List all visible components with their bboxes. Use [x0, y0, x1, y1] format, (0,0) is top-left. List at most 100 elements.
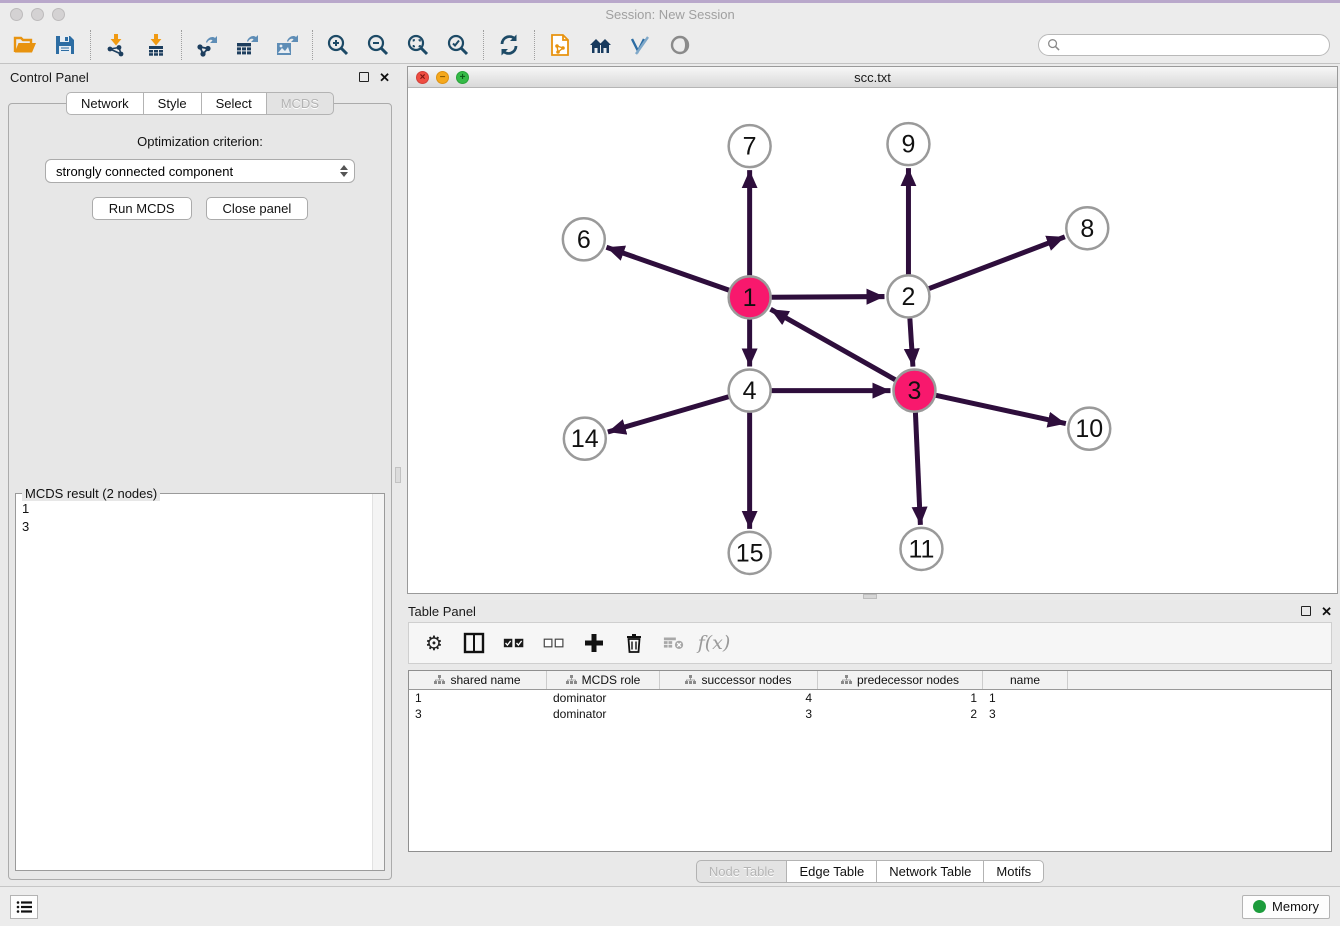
- cell-name[interactable]: 1: [983, 690, 1068, 706]
- save-session-button[interactable]: [52, 32, 78, 58]
- tab-style[interactable]: Style: [143, 92, 201, 115]
- float-table-panel-icon[interactable]: [1301, 606, 1311, 616]
- function-builder-button[interactable]: f(x): [703, 632, 725, 654]
- column-label: MCDS role: [582, 673, 641, 687]
- horizontal-splitter[interactable]: [400, 594, 1340, 600]
- graph-edge-4-14[interactable]: [608, 397, 729, 432]
- tab-network[interactable]: Network: [66, 92, 143, 115]
- network-graph[interactable]: 7968124314101511: [408, 88, 1337, 593]
- cell-successor-nodes[interactable]: 4: [660, 690, 818, 706]
- graph-edge-2-8[interactable]: [929, 237, 1065, 289]
- column-label: name: [1010, 673, 1040, 687]
- open-session-button[interactable]: [12, 32, 38, 58]
- table-header: shared name MCDS role: [409, 671, 1331, 690]
- task-list-icon: [16, 900, 32, 914]
- delete-column-button[interactable]: [623, 632, 645, 654]
- create-column-button[interactable]: [583, 632, 605, 654]
- search-input[interactable]: [1060, 38, 1321, 52]
- zoom-selected-icon: [446, 33, 470, 57]
- export-table-button[interactable]: [234, 32, 260, 58]
- column-header-name[interactable]: name: [983, 671, 1068, 689]
- node-table: shared name MCDS role: [408, 670, 1332, 852]
- table-toolbar: ⚙: [408, 622, 1332, 664]
- panel-splitter-handle[interactable]: [395, 467, 401, 483]
- run-mcds-button[interactable]: Run MCDS: [92, 197, 192, 220]
- optimization-criterion-label: Optimization criterion:: [9, 134, 391, 149]
- hide-eye-icon: [628, 33, 652, 57]
- refresh-icon: [497, 33, 521, 57]
- column-header-predecessor-nodes[interactable]: predecessor nodes: [818, 671, 983, 689]
- sort-tree-icon: [841, 675, 852, 685]
- cell-shared-name[interactable]: 3: [409, 706, 547, 722]
- zoom-selected-button[interactable]: [445, 32, 471, 58]
- splitter-handle[interactable]: [863, 594, 877, 599]
- cell-mcds-role[interactable]: dominator: [547, 690, 660, 706]
- table-panel: Table Panel ✕ ⚙: [400, 600, 1340, 886]
- table-row[interactable]: 1 dominator 4 1 1: [409, 690, 1331, 706]
- result-scrollbar[interactable]: [372, 494, 384, 870]
- close-table-panel-icon[interactable]: ✕: [1321, 605, 1332, 618]
- export-image-button[interactable]: [274, 32, 300, 58]
- zoom-out-button[interactable]: [365, 32, 391, 58]
- select-all-columns-button[interactable]: [503, 632, 525, 654]
- criterion-select[interactable]: strongly connected component: [45, 159, 355, 183]
- tab-motifs[interactable]: Motifs: [983, 860, 1044, 883]
- graph-node-label-3: 3: [908, 377, 922, 405]
- graph-edge-1-6[interactable]: [606, 247, 728, 290]
- cell-predecessor-nodes[interactable]: 2: [818, 706, 983, 722]
- close-panel-button[interactable]: Close panel: [206, 197, 309, 220]
- tab-mcds[interactable]: MCDS: [266, 92, 334, 115]
- graph-node-label-4: 4: [743, 377, 757, 405]
- control-panel-tabs: Network Style Select MCDS: [0, 92, 400, 115]
- open-folder-icon: [13, 33, 37, 57]
- memory-status-icon: [1253, 900, 1266, 913]
- column-header-successor-nodes[interactable]: successor nodes: [660, 671, 818, 689]
- cell-successor-nodes[interactable]: 3: [660, 706, 818, 722]
- network-window-titlebar[interactable]: × − + scc.txt: [408, 67, 1337, 88]
- graph-node-label-9: 9: [902, 131, 916, 159]
- tab-node-table[interactable]: Node Table: [696, 860, 787, 883]
- graph-edge-3-11[interactable]: [915, 413, 920, 525]
- import-network-button[interactable]: [103, 32, 129, 58]
- zoom-in-button[interactable]: [325, 32, 351, 58]
- column-header-shared-name[interactable]: shared name: [409, 671, 547, 689]
- tab-network-table[interactable]: Network Table: [876, 860, 983, 883]
- refresh-button[interactable]: [496, 32, 522, 58]
- cell-shared-name[interactable]: 1: [409, 690, 547, 706]
- search-box[interactable]: [1038, 34, 1330, 56]
- delete-table-button[interactable]: [663, 632, 685, 654]
- hide-selected-button[interactable]: [627, 32, 653, 58]
- cell-name[interactable]: 3: [983, 706, 1068, 722]
- memory-button[interactable]: Memory: [1242, 895, 1330, 919]
- cell-predecessor-nodes[interactable]: 1: [818, 690, 983, 706]
- graph-edge-3-10[interactable]: [936, 395, 1066, 423]
- graph-node-label-10: 10: [1075, 415, 1103, 443]
- export-network-button[interactable]: [194, 32, 220, 58]
- column-header-mcds-role[interactable]: MCDS role: [547, 671, 660, 689]
- sort-tree-icon: [434, 675, 445, 685]
- deselect-all-columns-button[interactable]: [543, 632, 565, 654]
- table-settings-button[interactable]: ⚙: [423, 632, 445, 654]
- zoom-fit-button[interactable]: [405, 32, 431, 58]
- main-titlebar: Session: New Session: [0, 0, 1340, 26]
- graph-edge-2-3[interactable]: [910, 318, 913, 366]
- mcds-result-text[interactable]: 1 3: [16, 494, 372, 870]
- new-network-from-selection-button[interactable]: [547, 32, 573, 58]
- show-columns-button[interactable]: [463, 632, 485, 654]
- network-canvas[interactable]: 7968124314101511: [408, 88, 1337, 593]
- import-table-icon: [144, 33, 168, 57]
- tab-edge-table[interactable]: Edge Table: [786, 860, 876, 883]
- import-table-button[interactable]: [143, 32, 169, 58]
- graph-edge-1-2[interactable]: [772, 297, 885, 298]
- float-panel-icon[interactable]: [359, 72, 369, 82]
- table-row[interactable]: 3 dominator 3 2 3: [409, 706, 1331, 722]
- show-all-button[interactable]: [667, 32, 693, 58]
- tab-select[interactable]: Select: [201, 92, 266, 115]
- cell-mcds-role[interactable]: dominator: [547, 706, 660, 722]
- first-neighbors-button[interactable]: [587, 32, 613, 58]
- mcds-result-title: MCDS result (2 nodes): [22, 486, 160, 501]
- task-history-button[interactable]: [10, 895, 38, 919]
- close-panel-icon[interactable]: ✕: [379, 71, 390, 84]
- graph-edge-3-1[interactable]: [771, 309, 896, 380]
- status-bar: Memory: [0, 886, 1340, 926]
